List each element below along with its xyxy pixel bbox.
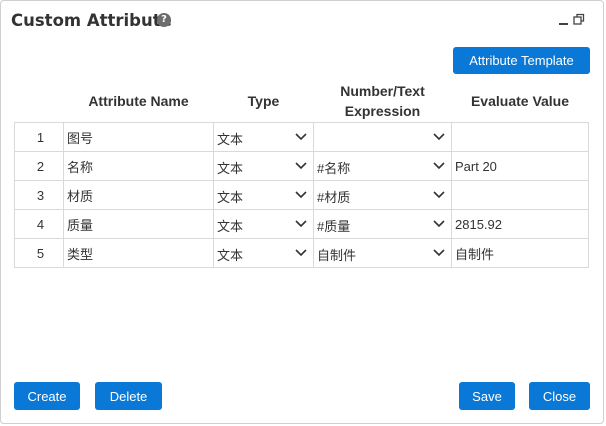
expression-select[interactable]: #材质 — [313, 180, 452, 210]
type-select[interactable]: 文本 — [213, 209, 314, 239]
delete-button[interactable]: Delete — [95, 382, 162, 410]
expression-select[interactable]: #名称 — [313, 151, 452, 181]
chevron-down-icon — [433, 162, 445, 170]
chevron-down-icon — [433, 191, 445, 199]
chevron-down-icon — [433, 249, 445, 257]
chevron-down-icon — [295, 191, 307, 199]
expression-value: #材质 — [317, 190, 351, 205]
expression-select[interactable]: #质量 — [313, 209, 452, 239]
header-evaluate-value: Evaluate Value — [470, 92, 570, 109]
save-button[interactable]: Save — [459, 382, 515, 410]
chevron-down-icon — [295, 162, 307, 170]
header-type: Type — [247, 92, 280, 109]
evaluate-value-cell — [451, 122, 589, 152]
table-row: 3 材质 文本 #材质 — [14, 180, 589, 210]
evaluate-value-cell: 2815.92 — [451, 209, 589, 239]
table-row: 5 类型 文本 自制件 自制件 — [14, 238, 589, 268]
row-index: 5 — [14, 238, 64, 268]
header-index — [15, 79, 64, 123]
header-expression: Number/Text Expression — [314, 79, 452, 123]
row-index: 2 — [14, 151, 64, 181]
evaluate-value-cell — [451, 180, 589, 210]
attribute-name-cell[interactable]: 质量 — [63, 209, 214, 239]
chevron-down-icon — [295, 220, 307, 228]
type-select[interactable]: 文本 — [213, 238, 314, 268]
type-select[interactable]: 文本 — [213, 180, 314, 210]
type-value: 文本 — [217, 248, 244, 263]
expression-value: #质量 — [317, 219, 351, 234]
attribute-name-cell[interactable]: 材质 — [63, 180, 214, 210]
attribute-name-cell[interactable]: 类型 — [63, 238, 214, 268]
table-row: 1 图号 文本 — [14, 122, 589, 152]
header-expression-label: Number/Text Expression — [340, 82, 425, 119]
close-button[interactable]: Close — [529, 382, 590, 410]
minimize-icon[interactable] — [559, 23, 568, 25]
expression-value: 自制件 — [317, 248, 357, 263]
evaluate-value-cell: Part 20 — [451, 151, 589, 181]
type-value: 文本 — [217, 132, 244, 147]
type-value: 文本 — [217, 219, 244, 234]
chevron-down-icon — [295, 133, 307, 141]
expression-value: #名称 — [317, 161, 351, 176]
row-index: 3 — [14, 180, 64, 210]
expression-select[interactable]: 自制件 — [313, 238, 452, 268]
table-row: 2 名称 文本 #名称 Part 20 — [14, 151, 589, 181]
type-value: 文本 — [217, 161, 244, 176]
expression-select[interactable] — [313, 122, 452, 152]
type-select[interactable]: 文本 — [213, 122, 314, 152]
chevron-down-icon — [433, 133, 445, 141]
header-attribute-name: Attribute Name — [88, 92, 189, 109]
attribute-name-cell[interactable]: 图号 — [63, 122, 214, 152]
help-icon[interactable]: ? — [157, 13, 171, 27]
type-select[interactable]: 文本 — [213, 151, 314, 181]
chevron-down-icon — [295, 249, 307, 257]
evaluate-value-cell: 自制件 — [451, 238, 589, 268]
create-button[interactable]: Create — [14, 382, 80, 410]
chevron-down-icon — [433, 220, 445, 228]
dialog-title: Custom Attribute — [11, 11, 172, 30]
attribute-name-cell[interactable]: 名称 — [63, 151, 214, 181]
attribute-template-button[interactable]: Attribute Template — [453, 47, 590, 74]
row-index: 4 — [14, 209, 64, 239]
type-value: 文本 — [217, 190, 244, 205]
restore-icon[interactable] — [573, 13, 585, 25]
custom-attribute-dialog: Custom Attribute ? Attribute Template At… — [0, 0, 604, 424]
table-row: 4 质量 文本 #质量 2815.92 — [14, 209, 589, 239]
attribute-table: Attribute Name Type Number/Text Expressi… — [14, 79, 589, 268]
row-index: 1 — [14, 122, 64, 152]
